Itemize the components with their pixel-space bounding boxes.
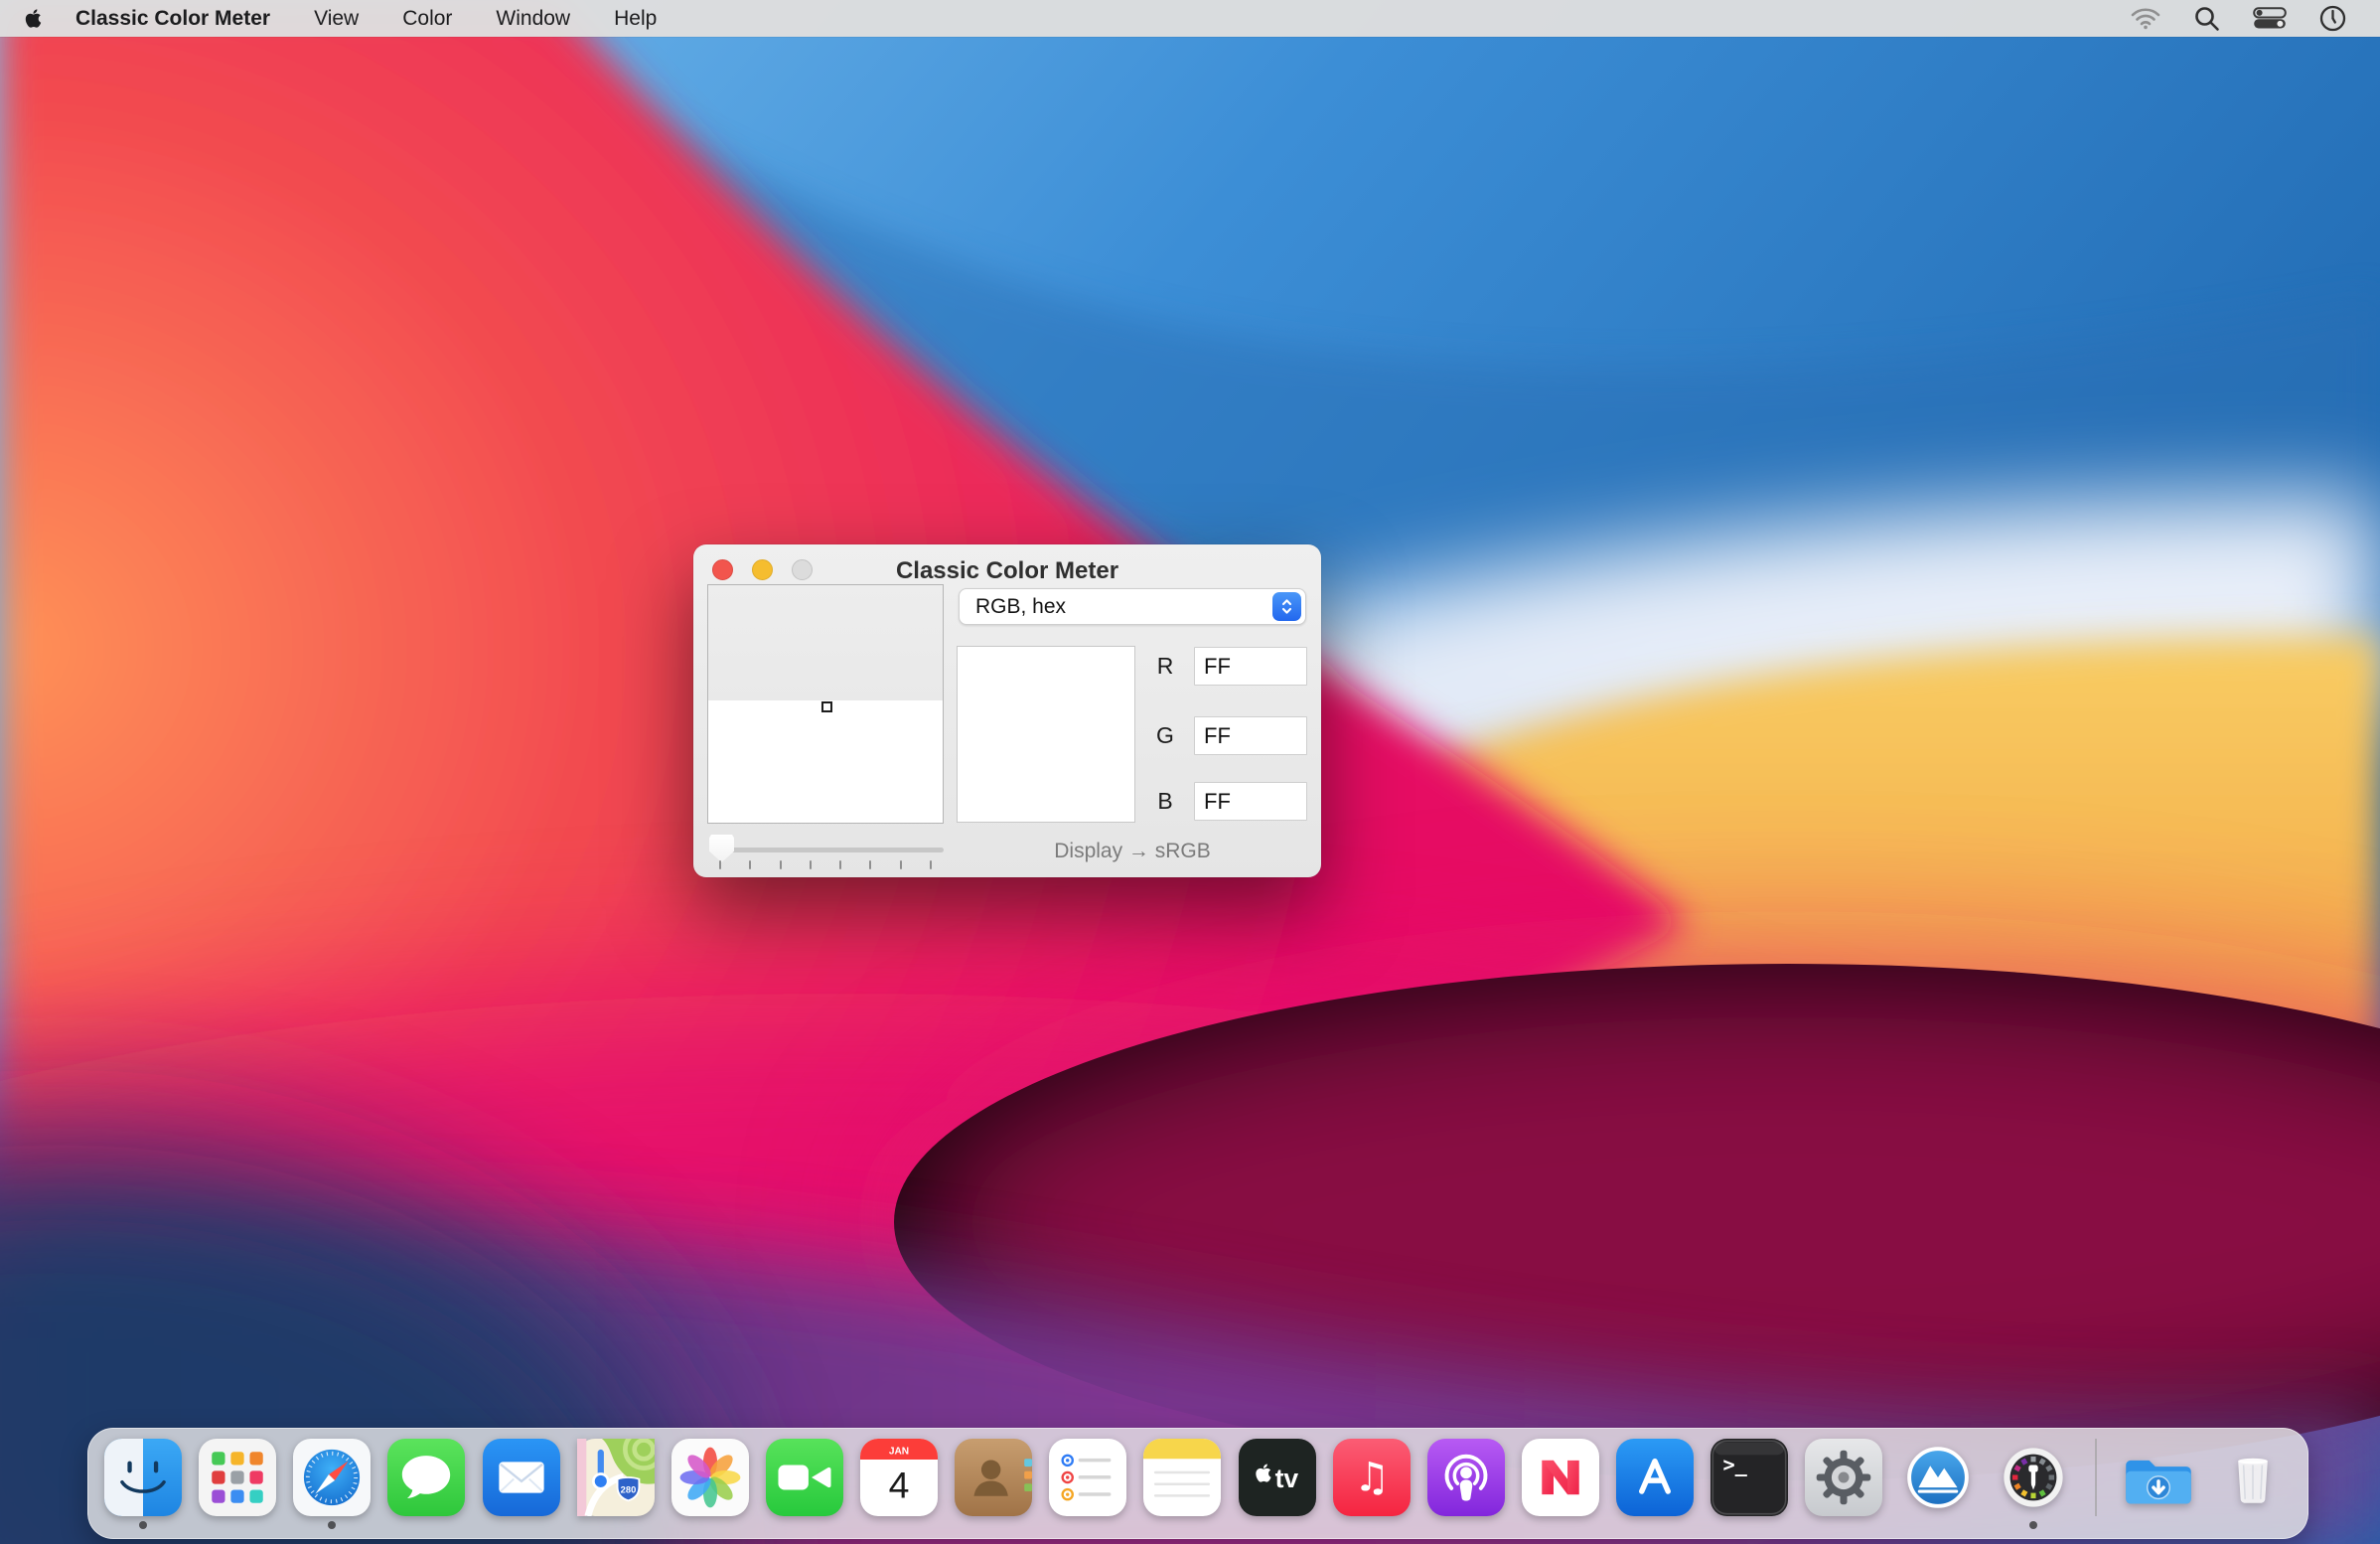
apple-menu-icon[interactable]	[25, 8, 42, 29]
menu-bar: Classic Color Meter View Color Window He…	[0, 0, 2380, 37]
blue-label: B	[1145, 788, 1185, 815]
aperture-slider-track[interactable]	[713, 848, 944, 852]
dock-item-podcasts[interactable]	[1427, 1439, 1505, 1534]
dock-divider-line	[2095, 1439, 2097, 1516]
dock-item-safari[interactable]	[293, 1439, 371, 1534]
spotlight-search-icon[interactable]	[2193, 5, 2220, 32]
dock-item-messages[interactable]	[387, 1439, 465, 1534]
green-value-field[interactable]	[1194, 716, 1307, 755]
dock-item-maps[interactable]: 280	[577, 1439, 655, 1534]
dock-item-music[interactable]: ♫	[1333, 1439, 1411, 1534]
color-swatch	[957, 646, 1135, 823]
aperture-slider-knob[interactable]	[709, 835, 734, 862]
safari-icon	[293, 1439, 371, 1516]
music-icon: ♫	[1333, 1439, 1411, 1516]
photos-icon	[671, 1439, 749, 1516]
dock-item-app-store[interactable]	[1616, 1439, 1694, 1534]
mountain-app-icon	[1899, 1439, 1977, 1516]
tv-icon: tv	[1239, 1439, 1316, 1516]
music-note-glyph: ♫	[1353, 1453, 1389, 1500]
popup-stepper-icon	[1272, 592, 1301, 621]
dock-item-facetime[interactable]	[766, 1439, 843, 1534]
dock-item-photos[interactable]	[671, 1439, 749, 1534]
tv-glyph: tv	[1274, 1464, 1298, 1493]
maps-icon: 280	[577, 1439, 655, 1516]
colorspace-footer: Display → sRGB	[959, 840, 1306, 863]
red-label: R	[1145, 653, 1185, 680]
menu-app-name[interactable]: Classic Color Meter	[75, 7, 270, 31]
mode-popup-button[interactable]: RGB, hex	[959, 588, 1306, 625]
menu-window[interactable]: Window	[496, 7, 570, 31]
dock-item-finder[interactable]	[104, 1439, 182, 1534]
dock-item-launchpad[interactable]	[199, 1439, 276, 1534]
menu-view[interactable]: View	[314, 7, 359, 31]
dock-item-calendar[interactable]: JAN 4	[860, 1439, 938, 1534]
app-store-icon	[1616, 1439, 1694, 1516]
finder-icon	[104, 1439, 182, 1516]
red-value-field[interactable]	[1194, 647, 1307, 686]
menu-help[interactable]: Help	[614, 7, 657, 31]
calendar-month-label: JAN	[889, 1447, 909, 1458]
dock-item-mail[interactable]	[483, 1439, 560, 1534]
dock-item-contacts[interactable]	[955, 1439, 1032, 1534]
clock-icon[interactable]	[2319, 5, 2346, 32]
magnified-pixels-region	[708, 585, 943, 700]
magnifier-preview[interactable]	[707, 584, 944, 824]
launchpad-icon	[199, 1439, 276, 1516]
dock-item-news[interactable]	[1522, 1439, 1599, 1534]
dock-item-reminders[interactable]	[1049, 1439, 1126, 1534]
dock-item-trash[interactable]	[2214, 1439, 2292, 1534]
dock-item-mountain-app[interactable]	[1899, 1439, 1977, 1534]
window-title: Classic Color Meter	[693, 557, 1321, 585]
downloads-folder-icon	[2120, 1439, 2197, 1516]
mail-icon	[483, 1439, 560, 1516]
dock-item-classic-color-meter[interactable]	[1995, 1439, 2072, 1534]
classic-color-meter-icon	[1995, 1439, 2072, 1516]
notes-icon	[1143, 1439, 1221, 1516]
dock-item-downloads[interactable]	[2120, 1439, 2197, 1534]
blue-value-field[interactable]	[1194, 782, 1307, 821]
facetime-icon	[766, 1439, 843, 1516]
news-icon	[1522, 1439, 1599, 1516]
terminal-prompt-glyph: >_	[1723, 1453, 1748, 1476]
wifi-icon[interactable]	[2131, 7, 2160, 30]
mode-popup-value: RGB, hex	[960, 589, 1305, 624]
trash-icon	[2214, 1439, 2292, 1516]
dock-item-tv[interactable]: tv	[1239, 1439, 1316, 1534]
aperture-slider-ticks	[719, 860, 932, 869]
dock-divider	[2089, 1439, 2103, 1534]
dock-item-notes[interactable]	[1143, 1439, 1221, 1534]
terminal-icon: >_	[1711, 1439, 1788, 1516]
calendar-icon: JAN 4	[860, 1439, 938, 1516]
maps-shield-label: 280	[620, 1485, 636, 1495]
reminders-icon	[1049, 1439, 1126, 1516]
menu-color[interactable]: Color	[402, 7, 452, 31]
dock-item-system-preferences[interactable]	[1805, 1439, 1882, 1534]
control-center-icon[interactable]	[2253, 7, 2287, 30]
aperture-square	[821, 701, 832, 712]
system-preferences-icon	[1805, 1439, 1882, 1516]
classic-color-meter-window: Classic Color Meter RGB, hex R G B Displ…	[693, 544, 1321, 877]
contacts-icon	[955, 1439, 1032, 1516]
dock-item-terminal[interactable]: >_	[1711, 1439, 1788, 1534]
green-label: G	[1145, 722, 1185, 749]
dock: 280 JAN	[87, 1428, 2308, 1539]
messages-icon	[387, 1439, 465, 1516]
calendar-day-label: 4	[889, 1464, 910, 1505]
podcasts-icon	[1427, 1439, 1505, 1516]
